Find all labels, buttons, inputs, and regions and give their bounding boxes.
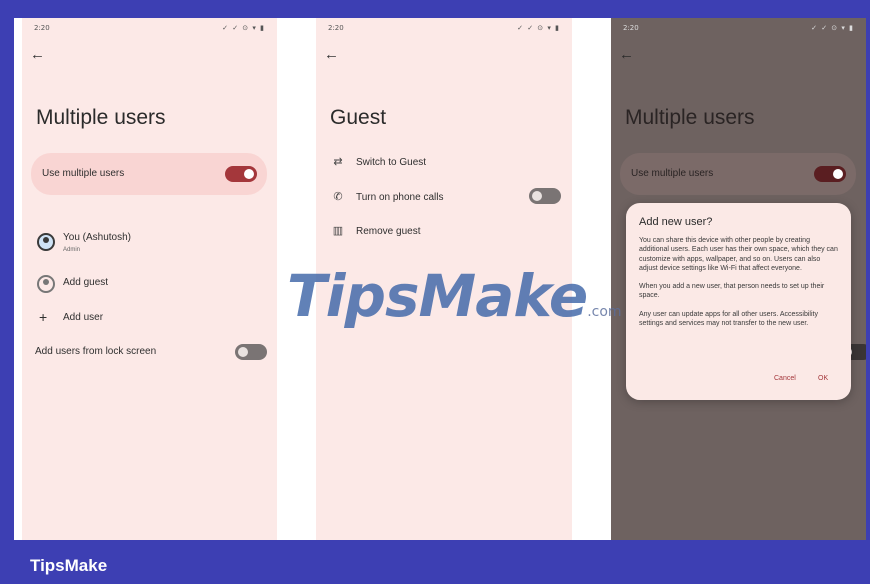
dialog-body: You can share this device with other peo…	[639, 236, 839, 337]
screen-add-user-dialog: 2:20 ✓ ✓ ⊙ ▾ ▮ ← Multiple users Use mult…	[611, 18, 866, 540]
user-avatar-icon	[37, 233, 55, 251]
remove-guest-item[interactable]: ▥ Remove guest	[330, 224, 421, 237]
cancel-button[interactable]: Cancel	[774, 375, 796, 382]
watermark-suffix: .com	[587, 304, 622, 320]
back-arrow-icon[interactable]: ←	[30, 46, 45, 63]
status-bar: 2:20 ✓ ✓ ⊙ ▾ ▮	[623, 24, 854, 34]
ok-button[interactable]: OK	[818, 375, 828, 382]
dialog-paragraph-1: You can share this device with other peo…	[639, 237, 838, 272]
add-user-dialog: Add new user? You can share this device …	[626, 203, 851, 400]
status-icons: ✓ ✓ ⊙ ▾ ▮	[517, 24, 560, 32]
status-bar: 2:20 ✓ ✓ ⊙ ▾ ▮	[328, 24, 560, 34]
use-multiple-users-toggle[interactable]	[225, 166, 257, 182]
status-time: 2:20	[34, 24, 50, 32]
phone-calls-toggle[interactable]	[529, 188, 561, 204]
watermark-logo: TipsMake.com	[287, 262, 622, 330]
guest-avatar-icon	[37, 275, 55, 293]
page-title: Multiple users	[625, 106, 755, 129]
phone-icon: ✆	[333, 191, 343, 203]
screen-multiple-users: 2:20 ✓ ✓ ⊙ ▾ ▮ ← Multiple users Use mult…	[22, 18, 277, 540]
switch-to-guest-label: Switch to Guest	[356, 157, 427, 168]
page-title: Multiple users	[36, 106, 166, 129]
dialog-paragraph-3: Any user can update apps for all other u…	[639, 310, 818, 328]
back-arrow-icon[interactable]: ←	[324, 46, 339, 63]
add-user-item[interactable]: Add user	[63, 312, 103, 323]
trash-icon: ▥	[332, 225, 344, 237]
add-from-lock-label: Add users from lock screen	[35, 346, 157, 357]
switch-to-guest-item[interactable]: ⇄ Switch to Guest	[330, 155, 426, 168]
use-multiple-users-label: Use multiple users	[631, 168, 714, 179]
user-name[interactable]: You (Ashutosh)	[63, 232, 131, 243]
status-icons: ✓ ✓ ⊙ ▾ ▮	[222, 24, 265, 32]
user-role: Admin	[63, 247, 81, 253]
status-time: 2:20	[328, 24, 344, 32]
use-multiple-users-toggle	[814, 166, 846, 182]
swap-arrows-icon: ⇄	[333, 156, 343, 168]
use-multiple-users-card: Use multiple users	[620, 153, 856, 195]
add-from-lock-toggle[interactable]	[235, 344, 267, 360]
phone-calls-label: Turn on phone calls	[356, 192, 444, 203]
use-multiple-users-card[interactable]: Use multiple users	[31, 153, 267, 195]
page-title: Guest	[330, 106, 387, 129]
dialog-title: Add new user?	[639, 216, 713, 228]
phone-calls-item[interactable]: ✆ Turn on phone calls	[330, 190, 443, 203]
status-bar: 2:20 ✓ ✓ ⊙ ▾ ▮	[34, 24, 265, 34]
status-time: 2:20	[623, 24, 639, 32]
watermark-text: TipsMake	[287, 262, 588, 330]
use-multiple-users-label: Use multiple users	[42, 168, 125, 179]
plus-icon: +	[39, 309, 48, 325]
back-arrow-icon: ←	[619, 46, 634, 63]
status-icons: ✓ ✓ ⊙ ▾ ▮	[811, 24, 854, 32]
dialog-paragraph-2: When you add a new user, that person nee…	[639, 283, 825, 300]
remove-guest-label: Remove guest	[356, 226, 421, 237]
add-guest-item[interactable]: Add guest	[63, 277, 108, 288]
footer-brand: TipsMake	[30, 556, 108, 575]
